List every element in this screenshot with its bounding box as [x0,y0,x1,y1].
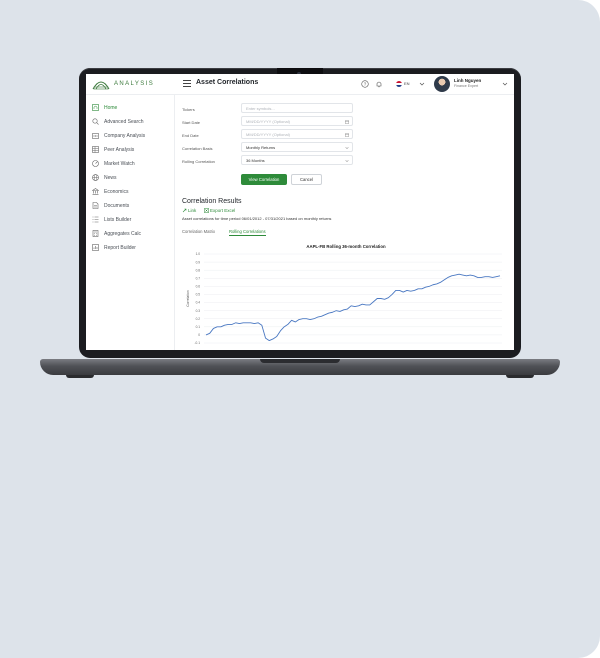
y-tick-label: -0.1 [195,341,201,345]
calendar-icon[interactable] [345,132,349,137]
laptop-base-notch [260,359,340,363]
laptop-foot [66,375,94,378]
hamburger-menu-icon[interactable] [183,80,191,87]
rolling-correlation-chart: 1.0 0.9 0.8 0.7 0.6 0.5 0.4 0.3 0.2 0.1 0 -0.1 Corre… [186,252,502,345]
help-icon[interactable]: ? [361,80,369,88]
search-icon [92,118,99,125]
language-selector[interactable]: EN [404,81,410,86]
table-icon [92,146,99,153]
chart-title: AAPL-FB Rolling 36-month Correlation [306,244,386,249]
flag-icon [396,81,402,87]
y-tick-label: 0.7 [196,276,201,280]
y-tick-label: 0.4 [196,301,201,305]
rolling-correlation-value: 36 Months [246,158,265,163]
chevron-down-icon[interactable] [419,81,425,87]
y-tick-label: 0.9 [196,260,201,264]
sidebar-item-label: Peer Analysis [104,147,135,153]
sidebar-item-label: News [104,175,117,181]
chevron-down-icon[interactable] [502,81,508,87]
results-title: Correlation Results [182,198,242,205]
user-name: Linh Nguyen [454,78,482,83]
avatar[interactable] [434,76,450,92]
end-date-input[interactable]: MM/DD/YYYY (Optional) [241,129,353,139]
cancel-button[interactable]: Cancel [291,174,322,185]
sidebar-item-label: Aggregates Calc [104,231,141,237]
top-bar: ANALYSIS Asset Correlations ? EN Linh Ng… [86,74,514,95]
sidebar-item-advanced-search[interactable]: Advanced Search [92,117,172,127]
results-description: Asset correlations for time period 06/01… [182,216,332,221]
report-icon [92,244,99,251]
excel-icon [204,208,209,213]
correlation-basis-label: Correlation Basis [182,146,213,151]
sidebar-item-label: Economics [104,189,129,195]
start-date-placeholder: MM/DD/YYYY (Optional) [246,119,290,124]
series-line [205,273,501,342]
bank-icon [92,188,99,195]
rolling-correlation-select[interactable]: 36 Months [241,155,353,165]
y-tick-label: 0.5 [196,293,201,297]
sidebar-item-label: Lists Builder [104,217,132,223]
laptop-foot [506,375,534,378]
sidebar-item-market-watch[interactable]: Market Watch [92,159,172,169]
list-icon [92,216,99,223]
tab-correlation-matrix[interactable]: Correlation Matrix [182,229,215,234]
sidebar-item-report-builder[interactable]: Report Builder [92,243,172,253]
page-title: Asset Correlations [196,79,259,86]
tab-rolling-correlations[interactable]: Rolling Correlations [229,229,266,236]
export-excel-button[interactable]: Export Excel [210,208,235,213]
sidebar-item-label: Company Analysis [104,133,146,139]
view-correlation-button[interactable]: View Correlation [241,174,287,185]
user-role: Finance Expert [454,84,479,88]
start-date-label: Start Date [182,120,201,125]
bell-icon[interactable] [375,80,383,88]
sidebar-item-company-analysis[interactable]: Company Analysis [92,131,172,141]
sidebar-item-label: Market Watch [104,161,135,167]
sidebar-item-label: Home [104,105,118,111]
svg-text:?: ? [364,82,367,87]
brand-name: ANALYSIS [114,81,155,87]
laptop-screen: ANALYSIS Asset Correlations ? EN Linh Ng… [86,74,514,350]
sidebar-item-economics[interactable]: Economics [92,187,172,197]
gauge-icon [92,160,99,167]
correlation-basis-value: Monthly Returns [246,145,276,150]
globe-icon [92,174,99,181]
chevron-down-icon [345,159,349,162]
sidebar-item-label: Report Builder [104,245,136,251]
document-icon [92,202,99,209]
y-tick-label: 1.0 [196,252,201,256]
calendar-icon[interactable] [345,119,349,124]
sidebar-item-home[interactable]: Home [92,103,172,113]
building-icon [92,133,99,139]
y-tick-label: 0.6 [196,285,201,289]
sidebar-item-lists-builder[interactable]: Lists Builder [92,215,172,225]
link-button[interactable]: Link [188,208,196,213]
chevron-down-icon [345,146,349,149]
link-icon [182,208,187,213]
y-axis-label: Correlation [186,290,190,307]
tickers-label: Tickers [182,107,195,112]
home-icon [92,104,99,111]
start-date-input[interactable]: MM/DD/YYYY (Optional) [241,116,353,126]
y-tick-label: 0.3 [196,309,201,313]
sidebar: Home Advanced Search Company Analysis Pe… [86,95,175,350]
y-tick-label: 0.2 [196,317,201,321]
calculator-icon [92,230,99,237]
y-tick-label: 0 [198,333,200,337]
rolling-correlation-label: Rolling Correlation [182,159,215,164]
sidebar-item-documents[interactable]: Documents [92,201,172,211]
correlation-basis-select[interactable]: Monthly Returns [241,142,353,152]
tickers-placeholder: Enter symbols... [246,106,275,111]
end-date-label: End Date [182,133,199,138]
tickers-input[interactable]: Enter symbols... [241,103,353,113]
sidebar-item-label: Documents [104,203,130,209]
sidebar-item-label: Advanced Search [104,119,144,125]
sidebar-item-news[interactable]: News [92,173,172,183]
y-tick-label: 0.1 [196,325,201,329]
sidebar-item-peer-analysis[interactable]: Peer Analysis [92,145,172,155]
y-tick-label: 0.8 [196,268,201,272]
end-date-placeholder: MM/DD/YYYY (Optional) [246,132,290,137]
logo-icon [92,81,110,90]
sidebar-item-aggregates-calc[interactable]: Aggregates Calc [92,229,172,239]
